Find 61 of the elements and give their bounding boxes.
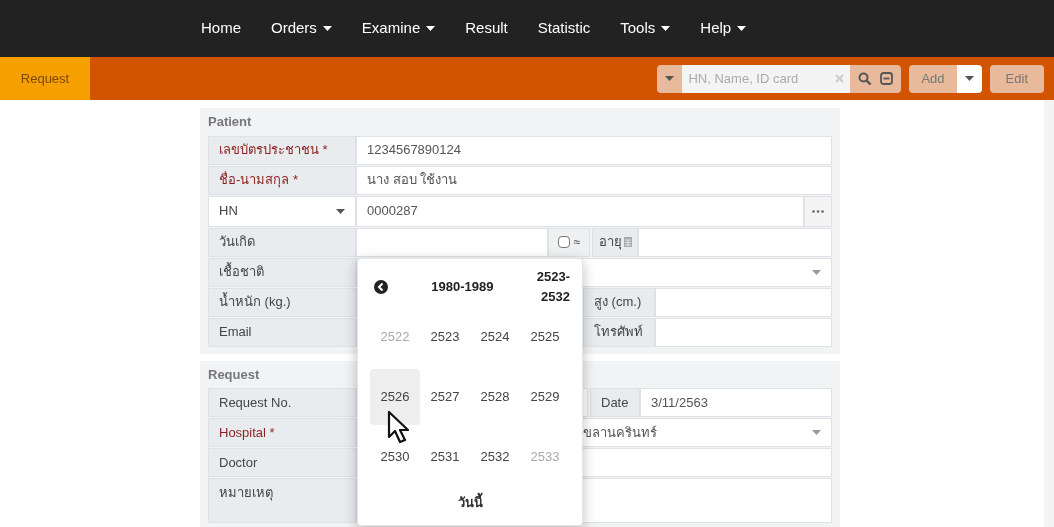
field-label: Hospital * <box>208 418 356 447</box>
card-icon[interactable] <box>880 72 894 85</box>
caret-icon <box>322 26 332 31</box>
caret-icon <box>737 26 747 31</box>
caret-icon <box>812 269 821 275</box>
nav-link[interactable]: Examine <box>346 17 451 40</box>
decade-title[interactable]: 1980-1989 <box>388 277 537 297</box>
nav-link[interactable]: Tools <box>605 17 686 40</box>
age-label: อายุ <box>598 233 622 252</box>
hn-select[interactable]: HN <box>208 195 356 227</box>
field-label: วันเกิด <box>208 227 356 257</box>
year-cell[interactable]: 2526 <box>370 369 420 425</box>
input-field[interactable] <box>356 227 548 257</box>
nav-link[interactable]: Statistic <box>522 17 606 40</box>
input-field[interactable]: นาง สอบ ใช้งาน <box>356 165 832 195</box>
field-label: เลขบัตรประชาชน * <box>208 135 356 165</box>
caret-icon <box>964 76 974 81</box>
caret-icon <box>336 208 345 214</box>
cursor-icon <box>387 410 409 444</box>
calculator-icon <box>623 237 632 247</box>
search-placeholder: HN, Name, ID card <box>688 69 800 88</box>
field-label: น้ำหนัก (kg.) <box>208 287 356 317</box>
input-field[interactable] <box>655 287 832 317</box>
nav-link[interactable]: Orders <box>256 17 347 40</box>
tab[interactable]: Request <box>0 57 90 100</box>
more-button[interactable] <box>804 195 832 227</box>
add-dropdown[interactable] <box>956 64 982 93</box>
caret-icon <box>426 26 436 31</box>
input-field[interactable]: 0000287 <box>356 195 804 227</box>
year-cell[interactable]: 2524 <box>470 309 520 365</box>
approx-label: ≈ <box>573 234 581 251</box>
caret-icon <box>665 76 675 81</box>
field-label: ชื่อ-นามสกุล * <box>208 165 356 195</box>
nav-link[interactable]: Home <box>186 17 256 40</box>
previous-icon[interactable] <box>374 280 388 294</box>
input-field[interactable]: 3/11/2563 <box>640 388 832 417</box>
clear-icon[interactable] <box>835 74 845 83</box>
today-button[interactable]: วันนี้ <box>457 489 483 517</box>
approx-checkbox[interactable] <box>557 236 570 248</box>
nav-link[interactable]: Help <box>685 17 762 40</box>
field-label: เชื้อชาติ <box>208 257 356 287</box>
input-field[interactable]: 1234567890124 <box>356 135 832 165</box>
field-label: Date <box>590 388 640 417</box>
field-label: Request No. <box>208 388 356 417</box>
year-cell[interactable]: 2523 <box>420 309 470 365</box>
caret-icon <box>812 430 821 435</box>
input-field[interactable] <box>655 317 832 347</box>
field-label: Email <box>208 317 356 347</box>
field-label: โทรศัพท์ <box>583 317 655 347</box>
panel-title: Patient <box>208 113 253 131</box>
panel-title: Request <box>208 365 261 384</box>
input-field[interactable] <box>638 227 832 257</box>
search-icon[interactable] <box>858 71 873 86</box>
field-label: หมายเหตุ <box>208 478 356 523</box>
year-cell[interactable]: 2525 <box>520 309 570 365</box>
field-label: สูง (cm.) <box>583 287 655 317</box>
nav-link[interactable]: Result <box>450 17 523 40</box>
caret-icon <box>661 26 671 31</box>
more-icon <box>812 209 824 213</box>
field-label: Doctor <box>208 448 356 477</box>
buddhist-range: 2523- 2532 <box>536 268 570 306</box>
